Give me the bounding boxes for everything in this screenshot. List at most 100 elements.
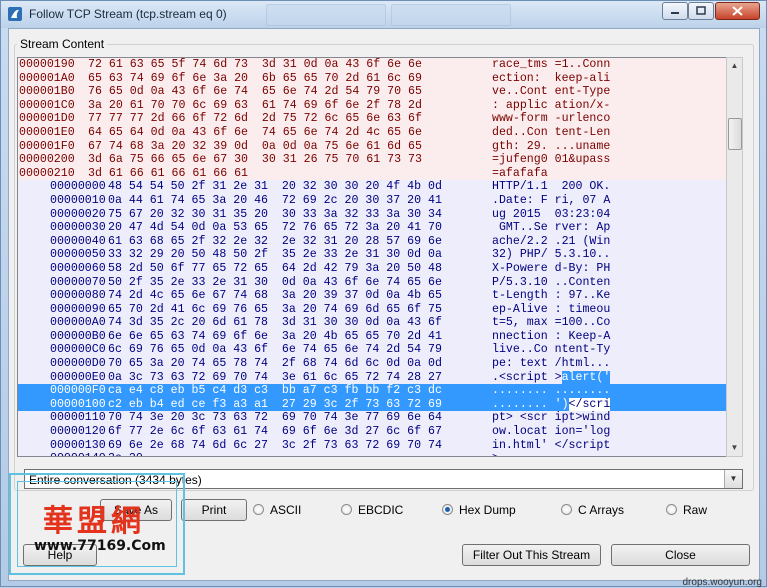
row-hex-bytes: 20 47 4d 54 0d 0a 53 65 72 76 65 72 3a 2… bbox=[108, 221, 442, 235]
client-data-row[interactable]: 000001D0 77 77 77 2d 66 6f 72 6d 2d 75 72… bbox=[18, 112, 726, 126]
row-hex-bytes: 58 2d 50 6f 77 65 72 65 64 2d 42 79 3a 2… bbox=[108, 261, 442, 275]
row-offset: 00000210 bbox=[19, 166, 75, 180]
row-offset: 000000B0 bbox=[50, 329, 106, 343]
chevron-down-icon[interactable]: ▼ bbox=[724, 470, 742, 488]
row-ascii: ache/2.2 .21 (Win bbox=[492, 234, 611, 248]
client-data-row[interactable]: 00000200 3d 6a 75 66 65 6e 67 30 30 31 26… bbox=[18, 153, 726, 167]
client-data-row[interactable]: 000001B0 76 65 0d 0a 43 6f 6e 74 65 6e 74… bbox=[18, 85, 726, 99]
print-button[interactable]: Print bbox=[181, 499, 247, 521]
row-offset: 00000010 bbox=[50, 193, 106, 207]
row-hex-bytes: 70 74 3e 20 3c 73 63 72 69 70 74 3e 77 6… bbox=[108, 411, 442, 425]
row-hex-bytes: 72 61 63 65 5f 74 6d 73 3d 31 0d 0a 43 6… bbox=[88, 58, 422, 71]
radio-label: ASCII bbox=[270, 503, 302, 517]
row-ascii: live..Co ntent-Ty bbox=[492, 343, 611, 357]
server-data-row[interactable]: 00000010 0a 44 61 74 65 3a 20 46 72 69 2c… bbox=[18, 193, 726, 208]
row-offset: 00000140 bbox=[18, 452, 108, 456]
server-data-row[interactable]: 000000C0 6c 69 76 65 0d 0a 43 6f 6e 74 65… bbox=[18, 343, 726, 358]
scroll-up-button[interactable]: ▲ bbox=[727, 58, 742, 74]
row-offset: 000000E0 bbox=[50, 370, 106, 384]
row-ascii: www-form -urlenco bbox=[492, 112, 611, 126]
row-hex-bytes: 3e 20 bbox=[108, 452, 492, 456]
server-data-row[interactable]: 00000100 c2 eb b4 ed ce f3 a3 a1 27 29 3c… bbox=[18, 397, 726, 412]
row-ascii: ug 2015 03:23:04 bbox=[492, 207, 611, 221]
row-offset: 000001F0 bbox=[19, 139, 75, 153]
close-icon bbox=[732, 6, 743, 16]
row-hex-bytes: 69 6e 2e 68 74 6d 6c 27 3c 2f 73 63 72 6… bbox=[108, 438, 442, 452]
site-watermark: 華盟網 www.77169.Com bbox=[1, 466, 187, 581]
scroll-thumb[interactable] bbox=[728, 118, 742, 150]
client-data-row[interactable]: 000001F0 67 74 68 3a 20 32 39 0d 0a 0d 0a… bbox=[18, 139, 726, 154]
row-hex-bytes: 74 3d 35 2c 20 6d 61 78 3d 31 30 30 0d 0… bbox=[108, 316, 442, 330]
server-data-row[interactable]: 00000030 20 47 4d 54 0d 0a 53 65 72 76 65… bbox=[18, 221, 726, 235]
row-offset: 000001E0 bbox=[19, 125, 75, 139]
row-hex-bytes: 70 65 3a 20 74 65 78 74 2f 68 74 6d 6c 0… bbox=[108, 357, 442, 371]
filter-out-stream-button[interactable]: Filter Out This Stream bbox=[462, 544, 601, 566]
follow-tcp-stream-window: Follow TCP Stream (tcp.stream eq 0) Stre… bbox=[0, 0, 767, 588]
row-ascii: P/5.3.10 ..Conten bbox=[492, 275, 611, 289]
row-hex-bytes: ca e4 c8 eb b5 c4 d3 c3 bb a7 c3 fb bb f… bbox=[108, 384, 442, 398]
row-ascii: gth: 29. ...uname bbox=[492, 139, 611, 153]
server-data-row[interactable]: 00000080 74 2d 4c 65 6e 67 74 68 3a 20 39… bbox=[18, 289, 726, 303]
stream-content-view[interactable]: 00000190 72 61 63 65 5f 74 6d 73 3d 31 0d… bbox=[17, 57, 727, 457]
server-data-row[interactable]: 00000110 70 74 3e 20 3c 73 63 72 69 70 74… bbox=[18, 411, 726, 426]
watermark-url: www.77169.Com bbox=[34, 538, 166, 554]
radio-label: Raw bbox=[683, 503, 708, 517]
maximize-icon bbox=[696, 6, 706, 15]
minimize-button[interactable] bbox=[662, 2, 688, 20]
close-window-button[interactable] bbox=[715, 2, 760, 20]
row-offset: 00000090 bbox=[50, 302, 106, 316]
row-offset: 00000130 bbox=[50, 438, 106, 452]
server-data-row[interactable]: 000001403e 20> bbox=[18, 452, 726, 456]
row-offset: 000001A0 bbox=[19, 71, 75, 85]
radio-dot-checked bbox=[442, 504, 453, 515]
server-data-row[interactable]: 00000090 65 70 2d 41 6c 69 76 65 3a 20 74… bbox=[18, 302, 726, 317]
row-hex-bytes: 6c 69 76 65 0d 0a 43 6f 6e 74 65 6e 74 2… bbox=[108, 343, 442, 357]
row-hex-bytes: 61 63 68 65 2f 32 2e 32 2e 32 31 20 28 5… bbox=[108, 234, 442, 248]
radio-label: EBCDIC bbox=[358, 503, 404, 517]
row-ascii: pe: text /html... bbox=[492, 357, 611, 371]
server-data-row[interactable]: 00000040 61 63 68 65 2f 32 2e 32 2e 32 31… bbox=[18, 234, 726, 249]
maximize-button[interactable] bbox=[688, 2, 714, 20]
row-offset: 00000110 bbox=[50, 411, 106, 425]
radio-dot bbox=[666, 504, 677, 515]
row-ascii: ep-Alive : timeou bbox=[492, 302, 611, 316]
row-hex-bytes: 33 32 29 20 50 48 50 2f 35 2e 33 2e 31 3… bbox=[108, 248, 442, 262]
row-offset: 00000200 bbox=[19, 153, 75, 167]
radio-dot bbox=[341, 504, 352, 515]
close-button[interactable]: Close bbox=[611, 544, 750, 566]
title-bar[interactable]: Follow TCP Stream (tcp.stream eq 0) bbox=[1, 1, 766, 28]
row-ascii: ded..Con tent-Len bbox=[492, 125, 611, 139]
row-ascii: t=5, max =100..Co bbox=[492, 316, 611, 330]
client-data-row[interactable]: 000001A0 65 63 74 69 6f 6e 3a 20 6b 65 65… bbox=[18, 71, 726, 86]
client-data-row[interactable]: 00000210 3d 61 66 61 66 61 66 61 =afafafa bbox=[18, 166, 726, 181]
server-data-row[interactable]: 00000050 33 32 29 20 50 48 50 2f 35 2e 33… bbox=[18, 248, 726, 262]
server-data-row[interactable]: 000000E0 0a 3c 73 63 72 69 70 74 3e 61 6c… bbox=[18, 370, 726, 385]
row-hex-bytes: 67 74 68 3a 20 32 39 0d 0a 0d 0a 75 6e 6… bbox=[88, 139, 422, 153]
server-data-row[interactable]: 00000060 58 2d 50 6f 77 65 72 65 64 2d 42… bbox=[18, 261, 726, 276]
server-data-row[interactable]: 00000130 69 6e 2e 68 74 6d 6c 27 3c 2f 73… bbox=[18, 438, 726, 453]
server-data-row[interactable]: 000000F0 ca e4 c8 eb b5 c4 d3 c3 bb a7 c3… bbox=[18, 384, 726, 398]
client-data-row[interactable]: 000001E0 64 65 64 0d 0a 43 6f 6e 74 65 6e… bbox=[18, 125, 726, 140]
row-offset: 00000050 bbox=[50, 248, 106, 262]
row-ascii: =jufeng0 01&upass bbox=[492, 153, 611, 167]
row-ascii-part: .<script > bbox=[492, 370, 562, 384]
server-data-row[interactable]: 00000120 6f 77 2e 6c 6f 63 61 74 69 6f 6e… bbox=[18, 425, 726, 439]
server-data-row[interactable]: 000000D0 70 65 3a 20 74 65 78 74 2f 68 74… bbox=[18, 357, 726, 371]
server-data-row[interactable]: 00000000 48 54 54 50 2f 31 2e 31 20 32 30… bbox=[18, 180, 726, 194]
scroll-down-button[interactable]: ▼ bbox=[727, 440, 742, 456]
stream-scrollbar[interactable]: ▲ ▼ bbox=[726, 57, 743, 457]
client-data-row[interactable]: 000001C0 3a 20 61 70 70 6c 69 63 61 74 69… bbox=[18, 98, 726, 113]
server-data-row[interactable]: 00000070 50 2f 35 2e 33 2e 31 30 0d 0a 43… bbox=[18, 275, 726, 290]
row-hex-bytes: 77 77 77 2d 66 6f 72 6d 2d 75 72 6c 65 6… bbox=[88, 112, 422, 126]
row-offset: 00000040 bbox=[50, 234, 106, 248]
server-data-row[interactable]: 000000B0 6e 6e 65 63 74 69 6f 6e 3a 20 4b… bbox=[18, 329, 726, 344]
radio-label: Hex Dump bbox=[459, 503, 516, 517]
row-hex-bytes: 74 2d 4c 65 6e 67 74 68 3a 20 39 37 0d 0… bbox=[108, 289, 442, 303]
row-ascii: .Date: F ri, 07 A bbox=[492, 193, 611, 207]
row-ascii: ve..Cont ent-Type bbox=[492, 85, 611, 99]
server-data-row[interactable]: 000000A0 74 3d 35 2c 20 6d 61 78 3d 31 30… bbox=[18, 316, 726, 330]
client-data-row[interactable]: 00000190 72 61 63 65 5f 74 6d 73 3d 31 0d… bbox=[18, 58, 726, 72]
server-data-row[interactable]: 00000020 75 67 20 32 30 31 35 20 30 33 3a… bbox=[18, 207, 726, 222]
ghost-tab bbox=[266, 4, 386, 26]
wireshark-fin-icon bbox=[8, 7, 22, 21]
